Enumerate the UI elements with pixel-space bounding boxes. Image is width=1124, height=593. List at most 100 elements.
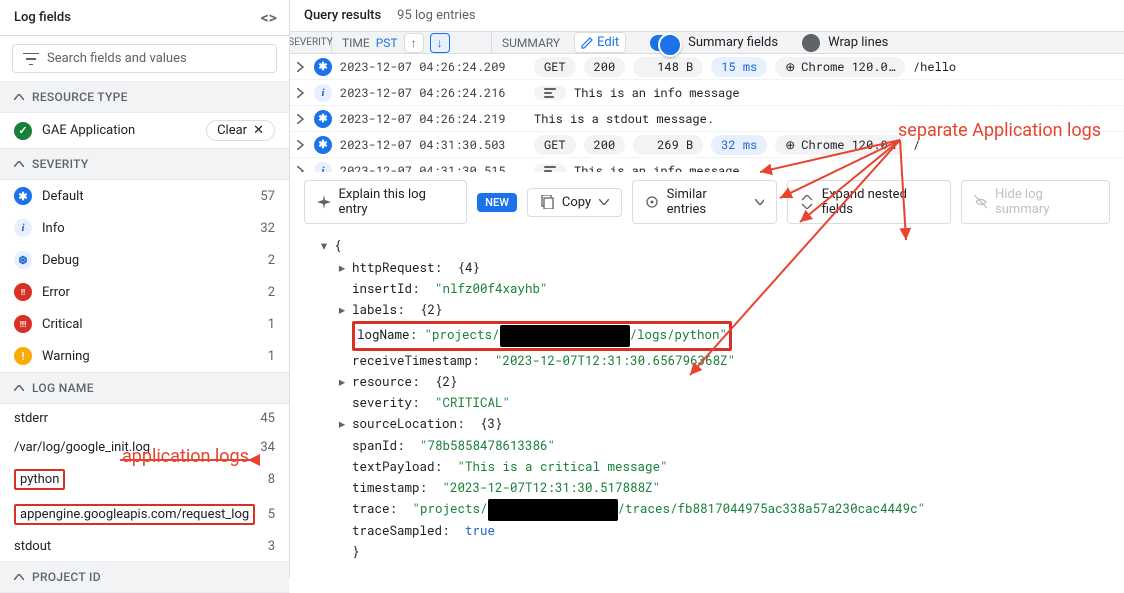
chevron-right-icon[interactable] xyxy=(297,88,305,98)
severity-label: Critical xyxy=(42,317,82,332)
sort-desc-button[interactable]: ↓ xyxy=(430,33,450,53)
caret-right-icon[interactable]: ▸ xyxy=(336,258,348,279)
info-icon: i xyxy=(314,162,332,173)
filter-icon xyxy=(23,53,39,65)
default-icon: ✱ xyxy=(14,187,32,205)
logname-item[interactable]: appengine.googleapis.com/request_log 5 xyxy=(0,497,289,532)
severity-item[interactable]: ❆Debug2 xyxy=(0,244,289,276)
summary-bars-icon xyxy=(544,88,556,98)
sidebar-header: Log fields < > xyxy=(0,0,289,36)
query-results-header: Query results 95 log entries xyxy=(290,0,1124,32)
severity-label: Error xyxy=(42,285,70,300)
logname-count: 34 xyxy=(260,440,275,455)
chevron-up-icon xyxy=(14,161,24,167)
logname-highlight: logName: "projects/ /logs/python" xyxy=(352,321,732,350)
log-row[interactable]: i2023-12-07 04:26:24.216This is an info … xyxy=(290,80,1124,106)
info-icon: i xyxy=(14,219,32,237)
severity-count: 2 xyxy=(268,253,275,268)
log-fields-sidebar: Log fields < > Search fields and values … xyxy=(0,0,290,577)
new-badge: NEW xyxy=(477,193,517,212)
expand-nested-button[interactable]: Expand nested fields xyxy=(787,180,950,224)
logname-count: 5 xyxy=(268,507,275,522)
log-row[interactable]: i2023-12-07 04:31:30.515This is an info … xyxy=(290,158,1124,172)
section-log-name[interactable]: LOG NAME xyxy=(0,372,289,404)
section-project-id[interactable]: PROJECT ID xyxy=(0,561,289,593)
logname-label: /var/log/google_init.log xyxy=(14,440,150,455)
log-time: 2023-12-07 04:26:24.219 xyxy=(334,111,534,127)
severity-item[interactable]: !!!Critical1 xyxy=(0,308,289,340)
globe-icon: ⊕ xyxy=(785,59,795,75)
log-summary: This is an info message xyxy=(534,85,1124,101)
hide-summary-button[interactable]: Hide log summary xyxy=(961,180,1110,224)
entry-toolbar: Explain this log entry NEW Copy Similar … xyxy=(290,172,1124,232)
log-time: 2023-12-07 04:31:30.503 xyxy=(334,137,534,153)
code-icon[interactable]: < > xyxy=(261,8,275,27)
columns-header: SEVERITY TIME PST ↑ ↓ SUMMARY Edit Summa… xyxy=(290,32,1124,54)
globe-icon: ⊕ xyxy=(785,137,795,153)
chevron-right-icon[interactable] xyxy=(297,140,305,150)
warning-icon: ! xyxy=(14,347,32,365)
resource-type-label: GAE Application xyxy=(42,123,135,138)
log-time: 2023-12-07 04:26:24.209 xyxy=(334,59,534,75)
severity-count: 1 xyxy=(268,317,275,332)
logname-count: 45 xyxy=(260,411,275,426)
search-input[interactable]: Search fields and values xyxy=(12,44,277,73)
severity-count: 2 xyxy=(268,285,275,300)
clear-button[interactable]: Clear ✕ xyxy=(206,120,275,141)
caret-right-icon[interactable]: ▸ xyxy=(336,300,348,321)
chevron-right-icon[interactable] xyxy=(297,114,305,124)
col-time[interactable]: TIME PST ↑ ↓ xyxy=(332,32,492,53)
toggle-off-icon xyxy=(802,34,820,52)
caret-right-icon[interactable]: ▸ xyxy=(336,372,348,393)
logname-label: stderr xyxy=(14,411,48,426)
similar-entries-button[interactable]: Similar entries xyxy=(632,180,777,224)
sparkle-icon xyxy=(317,195,331,209)
query-results-panel: Query results 95 log entries SEVERITY TI… xyxy=(290,0,1124,577)
sort-asc-button[interactable]: ↑ xyxy=(404,33,424,53)
severity-label: Default xyxy=(42,189,84,204)
edit-summary-button[interactable]: Edit xyxy=(574,32,626,53)
section-resource-type[interactable]: RESOURCE TYPE xyxy=(0,81,289,113)
log-row[interactable]: ✱2023-12-07 04:31:30.503GET200269 B32 ms… xyxy=(290,132,1124,158)
log-summary: GET200269 B32 ms⊕Chrome 120.0…/ xyxy=(534,135,1124,155)
chevron-down-icon xyxy=(755,199,765,205)
section-severity[interactable]: SEVERITY xyxy=(0,148,289,180)
chevron-right-icon[interactable] xyxy=(297,62,305,72)
logname-label: python xyxy=(14,469,65,490)
caret-right-icon[interactable]: ▸ xyxy=(336,414,348,435)
logname-label: stdout xyxy=(14,539,51,554)
explain-button[interactable]: Explain this log entry xyxy=(304,180,467,224)
logname-item[interactable]: stderr 45 xyxy=(0,404,289,433)
hide-icon xyxy=(974,195,988,209)
severity-item[interactable]: ✱Default57 xyxy=(0,180,289,212)
log-time: 2023-12-07 04:26:24.216 xyxy=(334,85,534,101)
toggle-on-icon xyxy=(650,35,680,51)
col-summary: SUMMARY Edit Summary fields Wrap lines xyxy=(492,32,1124,53)
copy-button[interactable]: Copy xyxy=(527,188,622,217)
wrap-lines-toggle[interactable]: Wrap lines xyxy=(802,34,888,52)
caret-down-icon[interactable]: ▾ xyxy=(318,236,330,257)
log-row[interactable]: ✱2023-12-07 04:26:24.209GET200148 B15 ms… xyxy=(290,54,1124,80)
chevron-up-icon xyxy=(14,94,24,100)
severity-item[interactable]: !!Error2 xyxy=(0,276,289,308)
severity-count: 32 xyxy=(260,221,275,236)
summary-fields-toggle[interactable]: Summary fields xyxy=(650,35,778,51)
logname-item[interactable]: stdout3 xyxy=(0,532,289,561)
severity-item[interactable]: iInfo32 xyxy=(0,212,289,244)
chevron-up-icon xyxy=(14,574,24,580)
severity-label: Warning xyxy=(42,349,90,364)
close-icon: ✕ xyxy=(253,123,264,138)
resource-type-item[interactable]: ✓ GAE Application Clear ✕ xyxy=(0,113,289,148)
qr-subtitle: 95 log entries xyxy=(397,8,475,23)
col-severity[interactable]: SEVERITY xyxy=(290,32,332,53)
default-icon: ✱ xyxy=(314,136,332,154)
severity-label: Debug xyxy=(42,253,79,268)
logname-item[interactable]: python8 xyxy=(0,462,289,497)
chevron-right-icon[interactable] xyxy=(297,166,305,173)
logname-item[interactable]: /var/log/google_init.log 34 xyxy=(0,433,289,462)
chevron-down-icon xyxy=(599,199,609,205)
log-row[interactable]: ✱2023-12-07 04:26:24.219This is a stdout… xyxy=(290,106,1124,132)
severity-item[interactable]: !Warning1 xyxy=(0,340,289,372)
logname-label: appengine.googleapis.com/request_log xyxy=(14,504,255,525)
log-entry-json: ▾{ ▸httpRequest: {4} insertId: "nlfz00f4… xyxy=(290,232,1124,577)
